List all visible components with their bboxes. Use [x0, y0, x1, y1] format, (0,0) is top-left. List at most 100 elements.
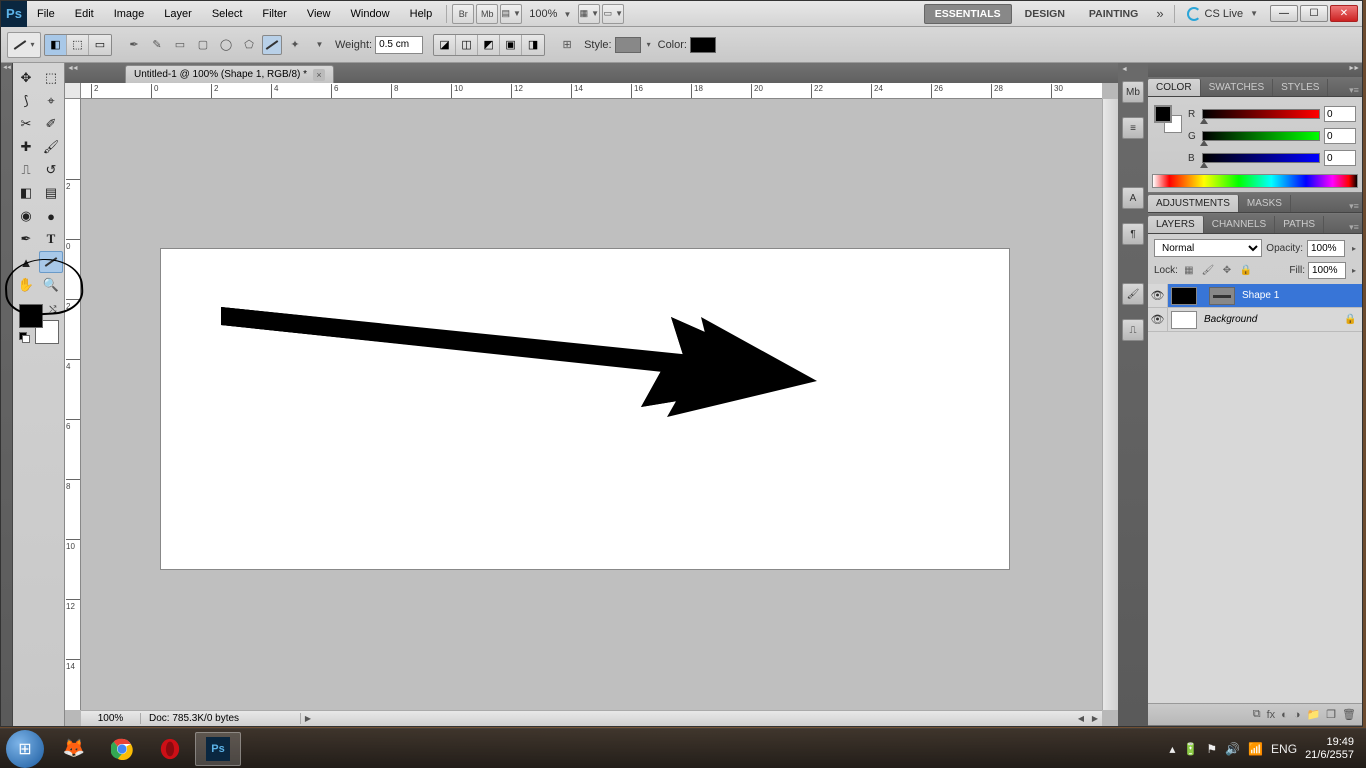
tray-volume-icon[interactable]: 🔊 [1225, 742, 1240, 756]
minibridge-dock-icon[interactable]: Mb [1122, 81, 1144, 103]
clone-dock-icon[interactable]: ⎍ [1122, 319, 1144, 341]
delete-layer-icon[interactable]: 🗑 [1342, 708, 1356, 721]
type-tool[interactable]: T [39, 228, 63, 250]
menu-filter[interactable]: Filter [252, 1, 296, 26]
default-colors-icon[interactable] [19, 332, 29, 342]
start-button[interactable]: ⊞ [6, 730, 44, 768]
marquee-tool[interactable]: ⬚ [39, 67, 63, 89]
shape-layers-mode[interactable]: ◧ [45, 35, 67, 55]
eyedropper-tool[interactable]: ✐ [39, 113, 63, 135]
style-swatch[interactable] [615, 37, 641, 53]
canvas[interactable] [161, 249, 1009, 569]
hand-tool[interactable]: ✋ [14, 274, 38, 296]
foreground-color-swatch[interactable] [19, 304, 43, 328]
ellipse-shape[interactable]: ◯ [216, 35, 236, 55]
panel-menu-icon[interactable]: ▾≡ [1346, 201, 1362, 212]
scroll-right-icon[interactable]: ▶ [1088, 712, 1102, 726]
brush-dock-icon[interactable]: 🖌 [1122, 283, 1144, 305]
menu-layer[interactable]: Layer [154, 1, 202, 26]
rounded-rectangle-shape[interactable]: ▢ [193, 35, 213, 55]
polygon-shape[interactable]: ⬠ [239, 35, 259, 55]
window-maximize-button[interactable]: ☐ [1300, 5, 1328, 22]
menu-select[interactable]: Select [202, 1, 253, 26]
path-subtract[interactable]: ◩ [478, 35, 500, 55]
visibility-toggle-icon[interactable]: 👁 [1148, 308, 1168, 331]
tray-clock[interactable]: 19:49 21/6/2557 [1305, 736, 1354, 762]
b-slider[interactable] [1202, 153, 1320, 163]
quick-select-tool[interactable]: ⌖ [39, 90, 63, 112]
arrange-documents-button[interactable]: ▦▼ [578, 4, 600, 24]
panel-menu-icon[interactable]: ▾≡ [1346, 85, 1362, 96]
g-slider[interactable] [1202, 131, 1320, 141]
status-zoom[interactable]: 100% [81, 713, 141, 724]
taskbar-opera-icon[interactable] [147, 732, 193, 766]
opacity-arrow-icon[interactable]: ▸ [1352, 244, 1356, 253]
menu-edit[interactable]: Edit [65, 1, 104, 26]
vector-mask-thumb[interactable] [1209, 287, 1235, 305]
tray-lang[interactable]: ENG [1271, 742, 1297, 756]
layer-name[interactable]: Shape 1 [1238, 290, 1362, 301]
color-swatch[interactable] [690, 37, 716, 53]
menu-help[interactable]: Help [400, 1, 443, 26]
blur-tool[interactable]: ◉ [14, 205, 38, 227]
fill-input[interactable] [1308, 262, 1346, 279]
blend-mode-select[interactable]: Normal [1154, 239, 1262, 257]
workspace-essentials[interactable]: ESSENTIALS [924, 4, 1012, 24]
paths-tab[interactable]: PATHS [1275, 216, 1324, 233]
freeform-pen-icon[interactable]: ✎ [147, 35, 167, 55]
status-menu-arrow[interactable]: ▶ [301, 712, 315, 726]
r-slider[interactable] [1202, 109, 1320, 119]
taskbar-chrome-icon[interactable] [99, 732, 145, 766]
left-dock-collapse[interactable] [1, 63, 13, 726]
tray-overflow-icon[interactable]: ▴ [1169, 742, 1175, 756]
path-exclude[interactable]: ◨ [522, 35, 544, 55]
launch-minibridge-button[interactable]: Mb [476, 4, 498, 24]
vertical-ruler[interactable]: 024681012142 [65, 99, 81, 710]
adjustments-tab[interactable]: ADJUSTMENTS [1148, 195, 1239, 212]
eraser-tool[interactable]: ◧ [14, 182, 38, 204]
menu-view[interactable]: View [297, 1, 341, 26]
vertical-scrollbar[interactable] [1102, 99, 1118, 710]
menu-file[interactable]: File [27, 1, 65, 26]
color-tab[interactable]: COLOR [1148, 79, 1201, 96]
character-dock-icon[interactable]: A [1122, 187, 1144, 209]
path-select-tool[interactable]: ▲ [14, 251, 38, 273]
zoom-level[interactable]: 100% ▼ [523, 8, 577, 20]
menu-image[interactable]: Image [104, 1, 155, 26]
healing-brush-tool[interactable]: ✚ [14, 136, 38, 158]
adjustment-layer-icon[interactable]: ◑ [1294, 709, 1301, 721]
layer-item-shape1[interactable]: 👁 Shape 1 [1148, 284, 1362, 308]
channels-tab[interactable]: CHANNELS [1204, 216, 1275, 233]
layer-style-icon[interactable]: fx [1267, 709, 1276, 721]
scroll-left-icon[interactable]: ◀ [1074, 712, 1088, 726]
window-minimize-button[interactable]: — [1270, 5, 1298, 22]
align-edges-icon[interactable]: ⊞ [557, 35, 577, 55]
weight-input[interactable] [375, 36, 423, 54]
paths-mode[interactable]: ⬚ [67, 35, 89, 55]
move-tool[interactable]: ✥ [14, 67, 38, 89]
g-input[interactable] [1324, 128, 1356, 144]
opacity-input[interactable] [1307, 240, 1345, 257]
path-new[interactable]: ◪ [434, 35, 456, 55]
lock-transparency-icon[interactable]: ▦ [1181, 263, 1197, 279]
new-layer-icon[interactable]: ❐ [1326, 708, 1336, 721]
line-tool[interactable] [39, 251, 63, 273]
rectangle-shape[interactable]: ▭ [170, 35, 190, 55]
dodge-tool[interactable]: ● [39, 205, 63, 227]
layer-thumb[interactable] [1171, 287, 1197, 305]
path-intersect[interactable]: ▣ [500, 35, 522, 55]
history-dock-icon[interactable]: ≡ [1122, 117, 1144, 139]
layer-thumb[interactable] [1171, 311, 1197, 329]
path-add[interactable]: ◫ [456, 35, 478, 55]
r-input[interactable] [1324, 106, 1356, 122]
taskbar-photoshop-icon[interactable]: Ps [195, 732, 241, 766]
lock-all-icon[interactable]: 🔒 [1238, 263, 1254, 279]
tray-flag-icon[interactable]: ⚑ [1206, 742, 1217, 756]
color-picker[interactable]: ⤭ [19, 304, 59, 344]
status-doc-info[interactable]: Doc: 785.3K/0 bytes [141, 713, 301, 724]
layer-mask-icon[interactable]: ◐ [1281, 709, 1288, 721]
workspace-painting[interactable]: PAINTING [1078, 4, 1149, 24]
b-input[interactable] [1324, 150, 1356, 166]
visibility-toggle-icon[interactable]: 👁 [1148, 284, 1168, 307]
panel-fg-color[interactable] [1154, 105, 1172, 123]
